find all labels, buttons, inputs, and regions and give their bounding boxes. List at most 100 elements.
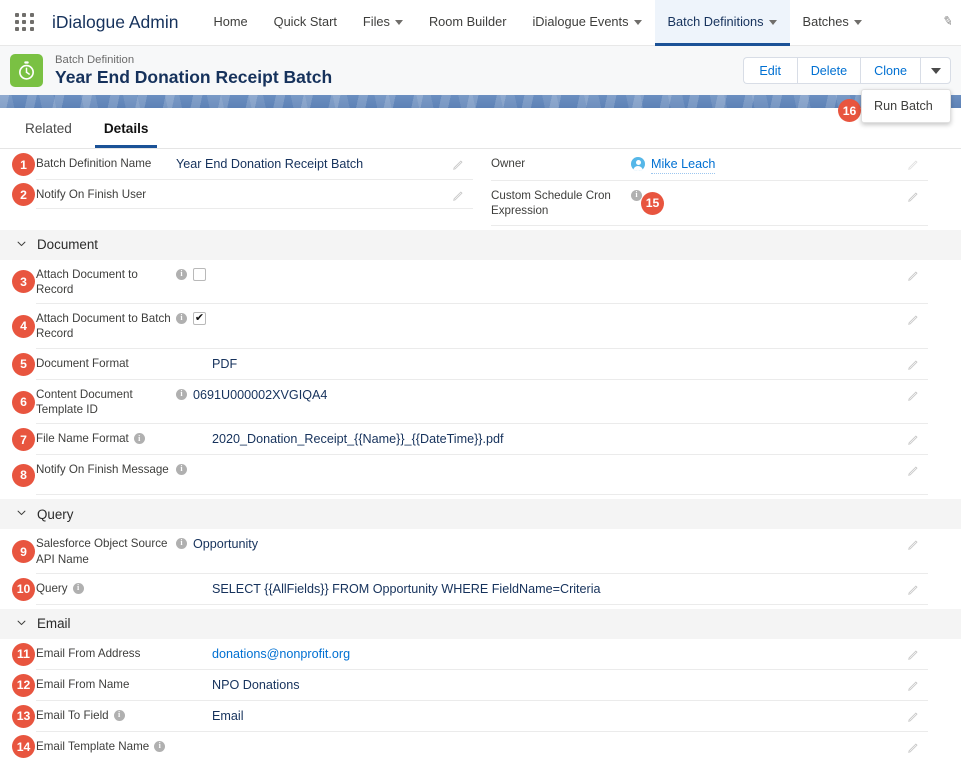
section-header-email[interactable]: Email (0, 608, 961, 639)
field-label: Document Format (36, 356, 129, 370)
field-value: 2020_Donation_Receipt_{{Name}}_{{DateTim… (212, 432, 504, 447)
annotation-badge-2: 2 (12, 183, 35, 207)
annotation-badge-14: 14 (12, 735, 35, 758)
edit-pencil-icon[interactable] (907, 741, 920, 754)
tab-related[interactable]: Related (16, 121, 81, 148)
record-actions-dropdown-menu: Run Batch (861, 89, 951, 123)
nav-item-quick-start[interactable]: Quick Start (261, 0, 350, 46)
nav-item-room-builder[interactable]: Room Builder (416, 0, 520, 46)
field-label: Notify On Finish Message (36, 463, 169, 477)
edit-pencil-icon[interactable] (907, 190, 920, 203)
clone-button[interactable]: Clone (860, 57, 920, 84)
chevron-down-icon (930, 67, 941, 74)
field-row: Content Document Template ID i 0691U00000… (36, 380, 928, 425)
checkbox[interactable] (193, 267, 206, 281)
annotation-badge-5: 5 (12, 352, 35, 376)
field-row: Document Format PDF (36, 349, 928, 380)
field-row: Custom Schedule Cron Expression i (491, 181, 928, 226)
chevron-down-icon[interactable] (16, 505, 27, 523)
info-icon[interactable]: i (176, 464, 187, 476)
chevron-down-icon[interactable] (853, 19, 862, 25)
record-detail-body: Batch Definition Name Year End Donation … (0, 149, 961, 758)
field-row: Email To Field i Email (36, 701, 928, 732)
dropdown-item-run-batch[interactable]: Run Batch (862, 90, 950, 122)
info-icon[interactable]: i (113, 709, 125, 721)
tab-details[interactable]: Details (94, 121, 158, 148)
app-launcher-grid-icon[interactable] (14, 12, 36, 34)
edit-pencil-icon[interactable] (907, 433, 920, 446)
nav-item-batch-definitions[interactable]: Batch Definitions (654, 0, 790, 46)
edit-button-label: Edit (759, 63, 782, 78)
edit-button[interactable]: Edit (742, 57, 797, 84)
edit-pencil-icon[interactable] (907, 648, 920, 661)
field-row: Owner Mike Leach (491, 149, 928, 181)
app-name-label: iDialogue Admin (52, 12, 179, 32)
record-tabs: Related Details (0, 108, 961, 149)
field-label: Email To Field i (36, 708, 176, 723)
info-icon[interactable]: i (133, 433, 145, 445)
field-row: Notify On Finish User (36, 180, 473, 210)
nav-item-home[interactable]: Home (200, 0, 260, 46)
chevron-down-icon[interactable] (16, 615, 27, 633)
nav-item-files[interactable]: Files (350, 0, 416, 46)
field-row: Batch Definition Name Year End Donation … (36, 149, 473, 180)
field-value-cell: i (631, 188, 928, 201)
edit-pencil-icon[interactable] (907, 583, 920, 596)
info-icon[interactable]: i (176, 538, 187, 550)
annotation-badge-1: 1 (12, 153, 35, 176)
field-row: Attach Document to Batch Record i ✔ (36, 304, 928, 349)
info-icon[interactable]: i (631, 190, 642, 201)
annotation-badge-13: 13 (12, 704, 35, 728)
nav-item-label: Batch Definitions (667, 13, 764, 29)
pencil-icon[interactable]: ✎ (942, 13, 955, 29)
field-value-link[interactable]: donations@nonprofit.org (212, 646, 350, 663)
chevron-down-icon[interactable] (633, 19, 642, 25)
chevron-down-icon[interactable] (768, 19, 777, 25)
edit-pencil-icon[interactable] (452, 189, 465, 202)
edit-pencil-icon[interactable] (907, 313, 920, 326)
field-value: Year End Donation Receipt Batch (176, 157, 364, 171)
info-icon[interactable]: i (154, 740, 166, 752)
field-label: Content Document Template ID (36, 387, 133, 417)
info-icon[interactable]: i (176, 268, 187, 280)
field-value: 0691U000002XVGIQA4 (193, 387, 328, 402)
info-icon[interactable]: i (176, 388, 187, 400)
edit-pencil-icon[interactable] (907, 710, 920, 723)
field-label: Notify On Finish User (36, 188, 147, 201)
edit-pencil-icon[interactable] (907, 358, 920, 371)
section-header-document[interactable]: Document (0, 229, 961, 260)
field-value-cell: i 0691U000002XVGIQA4 (176, 387, 928, 404)
nav-item-list: Home Quick Start Files Room Builder iDia… (200, 0, 874, 46)
delete-button[interactable]: Delete (796, 57, 861, 84)
field-value: PDF (212, 356, 238, 371)
field-label: File Name Format i (36, 431, 176, 446)
section-header-query[interactable]: Query (0, 499, 961, 530)
edit-pencil-icon[interactable] (907, 389, 920, 402)
edit-pencil-icon[interactable] (907, 679, 920, 692)
stopwatch-icon (10, 54, 43, 87)
nav-item-idialogue-events[interactable]: iDialogue Events (519, 0, 654, 46)
field-label: Salesforce Object Source API Name (36, 537, 168, 566)
info-icon[interactable]: i (176, 313, 187, 325)
annotation-badge-11: 11 (12, 642, 35, 666)
edit-pencil-icon[interactable] (907, 538, 920, 551)
more-actions-button[interactable] (920, 57, 951, 84)
field-value-link[interactable]: Mike Leach (651, 156, 716, 174)
checkbox[interactable]: ✔ (193, 312, 206, 326)
delete-button-label: Delete (810, 63, 848, 78)
top-fields-left-column: Batch Definition Name Year End Donation … (36, 149, 473, 226)
edit-pencil-icon[interactable] (907, 464, 920, 477)
info-icon[interactable]: i (72, 582, 84, 594)
field-value-cell: i Opportunity (176, 536, 928, 553)
field-label: Owner (491, 157, 526, 170)
field-row: Salesforce Object Source API Name i Oppor… (36, 529, 928, 574)
field-value: NPO Donations (212, 677, 300, 692)
section-title: Document (37, 237, 99, 253)
chevron-down-icon[interactable] (16, 236, 27, 254)
chevron-down-icon[interactable] (394, 19, 403, 25)
edit-pencil-icon[interactable] (452, 158, 465, 171)
edit-pencil-icon[interactable] (907, 269, 920, 282)
record-type-label: Batch Definition (55, 53, 135, 66)
field-row: Notify On Finish Message i (36, 455, 928, 496)
nav-item-batches[interactable]: Batches (790, 0, 875, 46)
